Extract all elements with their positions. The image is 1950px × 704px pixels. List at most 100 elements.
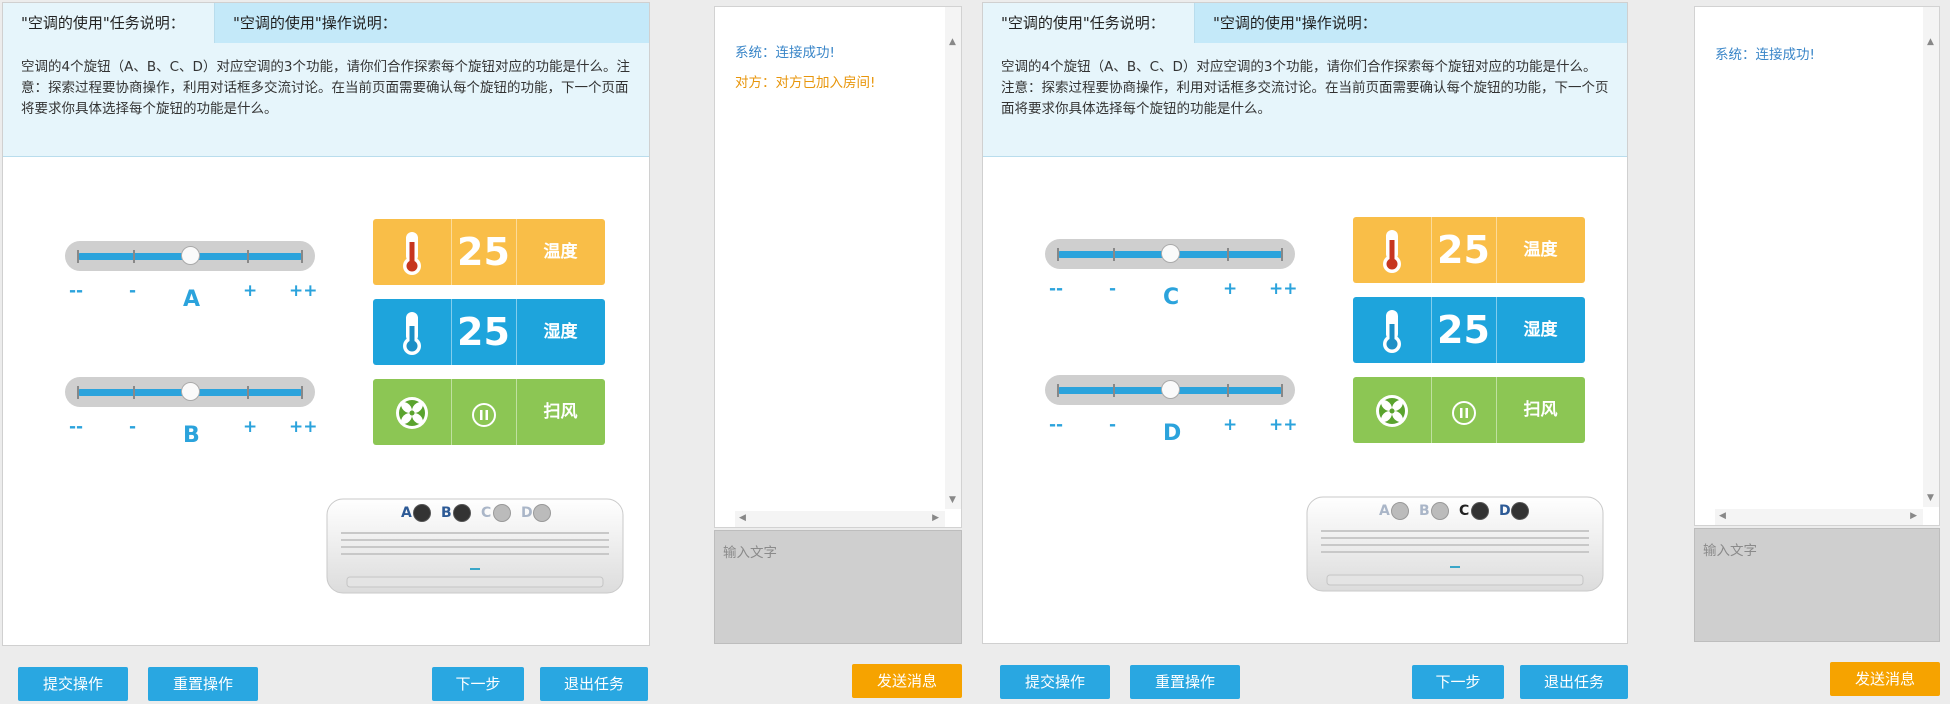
knob-slider-a[interactable] bbox=[65, 241, 315, 271]
ac-knob-d-icon[interactable] bbox=[533, 504, 551, 522]
scale-minus: - bbox=[129, 417, 137, 437]
tab-task-description[interactable]: "空调的使用"任务说明： bbox=[983, 3, 1195, 43]
temperature-label: 温度 bbox=[1523, 240, 1558, 260]
scroll-down-icon[interactable]: ▼ bbox=[949, 495, 956, 505]
scroll-down-icon[interactable]: ▼ bbox=[1927, 493, 1934, 503]
swing-panel: 扫风 bbox=[1353, 377, 1585, 443]
temperature-panel: 25 温度 bbox=[373, 219, 605, 285]
horizontal-scrollbar[interactable]: ◀ ▶ bbox=[735, 511, 945, 527]
pause-icon bbox=[1431, 377, 1497, 443]
slider-handle[interactable] bbox=[181, 246, 200, 265]
tab-task-description[interactable]: "空调的使用"任务说明： bbox=[3, 3, 215, 43]
left-task-panel: "空调的使用"任务说明： "空调的使用"操作说明： 空调的4个旋钮（A、B、C、… bbox=[2, 2, 650, 646]
scroll-left-icon[interactable]: ◀ bbox=[739, 513, 746, 523]
vertical-scrollbar[interactable]: ▲ ▼ bbox=[945, 7, 961, 509]
slider-letter: A bbox=[183, 287, 201, 312]
scale-plus-plus: ++ bbox=[1269, 415, 1298, 435]
ac-knob-b-icon[interactable] bbox=[453, 504, 471, 522]
temperature-value: 25 bbox=[1431, 217, 1497, 283]
ac-knob-d-icon[interactable] bbox=[1511, 502, 1529, 520]
temperature-value: 25 bbox=[451, 219, 517, 285]
exit-button[interactable]: 退出任务 bbox=[540, 667, 648, 701]
right-chat-log: 系统：连接成功! ▲ ▼ ◀ ▶ bbox=[1694, 6, 1940, 526]
scale-minus: - bbox=[129, 281, 137, 301]
reset-button[interactable]: 重置操作 bbox=[1130, 665, 1240, 699]
slider-handle[interactable] bbox=[1161, 244, 1180, 263]
temperature-label: 温度 bbox=[543, 242, 578, 262]
slider-tick bbox=[1281, 384, 1283, 397]
scroll-up-icon[interactable]: ▲ bbox=[949, 37, 956, 47]
reset-button[interactable]: 重置操作 bbox=[148, 667, 258, 701]
swing-label: 扫风 bbox=[543, 402, 578, 422]
left-chat-log: 系统：连接成功! 对方：对方已加入房间! ▲ ▼ ◀ ▶ bbox=[714, 6, 962, 528]
slider-handle[interactable] bbox=[1161, 380, 1180, 399]
humidity-value: 25 bbox=[451, 299, 517, 365]
tab-operation-description[interactable]: "空调的使用"操作说明： bbox=[215, 3, 515, 43]
slider-tick bbox=[1227, 248, 1229, 261]
knob-slider-c[interactable] bbox=[1045, 239, 1295, 269]
slider-tick bbox=[1057, 384, 1059, 397]
ac-knob-label-a: A bbox=[1379, 503, 1390, 519]
scale-plus: + bbox=[1223, 279, 1238, 299]
swing-label: 扫风 bbox=[1523, 400, 1558, 420]
ac-knob-a-icon[interactable] bbox=[413, 504, 431, 522]
scale-plus-plus: ++ bbox=[1269, 279, 1298, 299]
slider-tick bbox=[301, 386, 303, 399]
submit-button[interactable]: 提交操作 bbox=[18, 667, 128, 701]
chat-message-system: 系统：连接成功! bbox=[735, 45, 835, 61]
thermometer-red-icon bbox=[373, 219, 452, 285]
chat-message-input[interactable] bbox=[1695, 529, 1939, 641]
scroll-left-icon[interactable]: ◀ bbox=[1719, 511, 1726, 521]
thermometer-blue-icon bbox=[1353, 297, 1432, 363]
send-message-button[interactable]: 发送消息 bbox=[1830, 662, 1940, 696]
next-button[interactable]: 下一步 bbox=[432, 667, 524, 701]
horizontal-scrollbar[interactable]: ◀ ▶ bbox=[1715, 509, 1923, 525]
knob-slider-d[interactable] bbox=[1045, 375, 1295, 405]
scroll-right-icon[interactable]: ▶ bbox=[1910, 511, 1917, 521]
chat-message-partner: 对方：对方已加入房间! bbox=[735, 75, 876, 91]
ac-knob-label-d: D bbox=[521, 505, 533, 521]
slider-tick bbox=[77, 250, 79, 263]
slider-tick bbox=[133, 250, 135, 263]
ac-knob-b-icon[interactable] bbox=[1431, 502, 1449, 520]
slider-handle[interactable] bbox=[181, 382, 200, 401]
slider-letter: C bbox=[1163, 285, 1180, 310]
ac-knob-c-icon[interactable] bbox=[1471, 502, 1489, 520]
scroll-up-icon[interactable]: ▲ bbox=[1927, 37, 1934, 47]
submit-button[interactable]: 提交操作 bbox=[1000, 665, 1110, 699]
chat-message-system: 系统：连接成功! bbox=[1715, 47, 1815, 63]
ac-knob-c-icon[interactable] bbox=[493, 504, 511, 522]
scale-plus-plus: ++ bbox=[289, 417, 318, 437]
slider-tick bbox=[1113, 384, 1115, 397]
scale-plus: + bbox=[243, 281, 258, 301]
scale-minus: - bbox=[1109, 415, 1117, 435]
slider-tick bbox=[1057, 248, 1059, 261]
next-button[interactable]: 下一步 bbox=[1412, 665, 1504, 699]
scale-minus-minus: -- bbox=[1049, 279, 1064, 299]
scale-minus-minus: -- bbox=[69, 417, 84, 437]
slider-tick bbox=[247, 386, 249, 399]
thermometer-blue-icon bbox=[373, 299, 452, 365]
slider-letter: D bbox=[1163, 421, 1182, 446]
task-description: 空调的4个旋钮（A、B、C、D）对应空调的3个功能，请你们合作探索每个旋钮对应的… bbox=[983, 43, 1627, 157]
slider-tick bbox=[247, 250, 249, 263]
humidity-value: 25 bbox=[1431, 297, 1497, 363]
exit-button[interactable]: 退出任务 bbox=[1520, 665, 1628, 699]
scroll-right-icon[interactable]: ▶ bbox=[932, 513, 939, 523]
tab-operation-description[interactable]: "空调的使用"操作说明： bbox=[1195, 3, 1495, 43]
ac-knob-a-icon[interactable] bbox=[1391, 502, 1409, 520]
fan-icon bbox=[1353, 377, 1432, 443]
scale-plus: + bbox=[243, 417, 258, 437]
slider-scale-c: -- - C + ++ bbox=[1045, 279, 1298, 310]
fan-icon bbox=[373, 379, 452, 445]
send-message-button[interactable]: 发送消息 bbox=[852, 664, 962, 698]
ac-knob-label-c: C bbox=[481, 505, 492, 521]
vertical-scrollbar[interactable]: ▲ ▼ bbox=[1923, 7, 1939, 507]
chat-message-input[interactable] bbox=[715, 531, 961, 643]
left-chat-input-box bbox=[714, 530, 962, 644]
thermometer-red-icon bbox=[1353, 217, 1432, 283]
knob-slider-b[interactable] bbox=[65, 377, 315, 407]
swing-panel: 扫风 bbox=[373, 379, 605, 445]
humidity-panel: 25 湿度 bbox=[1353, 297, 1585, 363]
slider-tick bbox=[1113, 248, 1115, 261]
